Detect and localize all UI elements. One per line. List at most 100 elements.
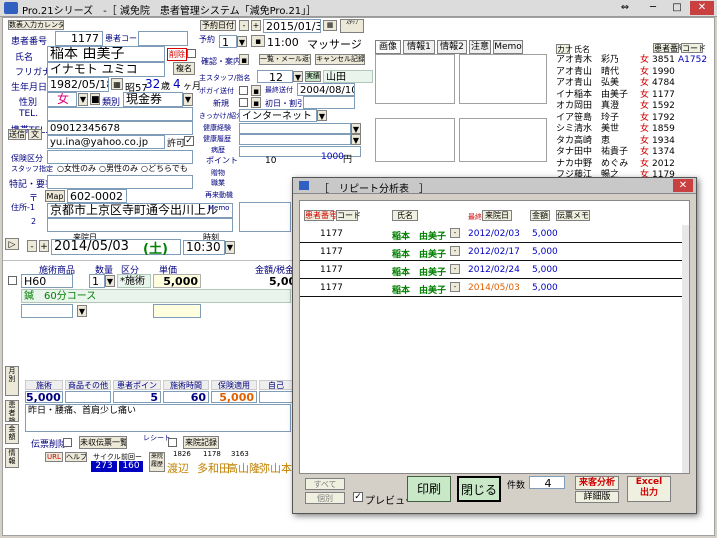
history-num-3: 3163 — [231, 450, 249, 458]
repeat-row-detail-button[interactable]: - — [450, 246, 460, 256]
motive-label: 再来動機 — [205, 191, 233, 199]
dialog-icon — [299, 181, 309, 190]
visit-time-dropdown-icon[interactable]: ▼ — [225, 241, 235, 254]
close-dialog-button[interactable]: 閉じる — [457, 476, 501, 502]
receipt-delete-checkbox[interactable] — [63, 438, 72, 447]
repeat-row[interactable]: 1177 稲本 由美子 -2012/02/24 5,000 — [300, 261, 689, 279]
dlg-col-id[interactable]: 患者番号 — [304, 210, 337, 221]
patient-list-row[interactable]: ナカ 中野 めぐみ女 2012 — [556, 159, 706, 170]
item2-price-field[interactable] — [153, 304, 201, 318]
item-qty-dropdown-icon[interactable]: ▼ — [105, 275, 115, 287]
dlg-col-amount[interactable]: 金額 — [530, 210, 550, 221]
expand-icon[interactable]: ▷ — [5, 238, 19, 250]
item-price-field[interactable]: 5,000 — [153, 274, 201, 288]
zip-field[interactable]: 602-0002 — [67, 189, 127, 203]
print-button[interactable]: 印刷 — [407, 476, 451, 502]
preview-checkbox[interactable]: ✓ — [353, 492, 363, 502]
staff-button[interactable]: ｽﾀｯﾌ — [340, 19, 364, 33]
info-button[interactable]: 情報 — [5, 448, 19, 468]
patient-list-row[interactable]: イア 笹島 玲子 女 1792 — [556, 113, 706, 124]
tab-image[interactable]: 画像 — [375, 40, 401, 54]
url-button[interactable]: URL — [45, 452, 63, 462]
count-field[interactable]: 4 — [529, 476, 565, 489]
patient-list-kana: タナ — [556, 147, 575, 157]
tab-info2[interactable]: 情報2 — [437, 40, 467, 54]
time-picker-icon[interactable]: ▪ — [251, 35, 265, 47]
visit-history-button[interactable]: 来院履歴 — [149, 452, 165, 472]
detail-button[interactable]: 詳細版 — [575, 491, 619, 503]
visit-note-field[interactable]: 昨日・腰痛、首肩少し痛い — [25, 404, 291, 432]
patient-list-name: 清水 美世 — [574, 124, 620, 134]
excel-export-button[interactable]: Excel 出力 — [627, 476, 671, 502]
patient-list-sex: 女 — [640, 101, 650, 111]
visit-time-field[interactable]: 10:30 — [183, 240, 225, 255]
dlg-col-name[interactable]: 氏名 — [392, 210, 418, 221]
visit-next-button[interactable]: + — [39, 240, 49, 252]
tab-info1[interactable]: 情報1 — [403, 40, 435, 54]
tab-memo[interactable]: Memo — [493, 40, 523, 54]
patient-list-row[interactable]: アオ 青山 弘美 女 4784 — [556, 78, 706, 89]
item-name-field[interactable]: 鍼 60分コース — [21, 289, 291, 303]
item-code-field[interactable]: H60 — [21, 274, 73, 288]
close-button[interactable]: ✕ — [690, 1, 714, 15]
item2-code-field[interactable] — [21, 304, 73, 318]
each-button[interactable]: 個別 — [305, 492, 345, 504]
repeat-row[interactable]: 1177 稲本 由美子 -2012/02/03 5,000 — [300, 225, 689, 243]
list-id-header[interactable]: 患者番号 — [653, 43, 686, 53]
minimize-button[interactable]: ─ — [642, 1, 664, 15]
dlg-col-visit[interactable]: 来院日 — [482, 210, 512, 221]
booking-next-button[interactable]: + — [251, 20, 261, 31]
unpaid-list-button[interactable]: 未収伝票一覧 — [79, 436, 127, 449]
maximize-button[interactable]: □ — [666, 1, 688, 15]
repeat-row-detail-button[interactable]: - — [450, 228, 460, 238]
dlg-col-memo[interactable]: 伝票メモ — [556, 210, 590, 221]
repeat-row-detail-button[interactable]: - — [450, 282, 460, 292]
dialog-close-icon[interactable]: ✕ — [673, 179, 693, 192]
patient-list-row[interactable]: シミ 清水 美世 女 1859 — [556, 124, 706, 135]
booking-calendar-icon[interactable]: ▦ — [323, 20, 337, 31]
repeat-row[interactable]: 1177 稲本 由美子 -2012/02/17 5,000 — [300, 243, 689, 261]
visit-record-button[interactable]: 来院記録 — [183, 436, 219, 449]
help-button[interactable]: ヘルプ — [65, 452, 87, 462]
map-button[interactable]: Map — [45, 190, 65, 202]
patient-list-row[interactable]: タナ 田中 祐貴子 女 1374 — [556, 147, 706, 158]
item-kubun-field[interactable]: *施術 — [117, 274, 151, 288]
item-qty-field[interactable]: 1 — [89, 274, 105, 288]
patient-code-field[interactable] — [138, 31, 188, 46]
address1-field[interactable]: 京都市上京区寺町通今出川上ル — [47, 203, 233, 218]
patient-list-row[interactable]: タカ 高崎 恵 女 1934 — [556, 136, 706, 147]
repeat-row-detail-button[interactable]: - — [450, 264, 460, 274]
booking-menu: マッサージ — [307, 38, 362, 51]
patient-id-field[interactable]: 1177 — [55, 31, 103, 46]
week-dropdown-icon[interactable]: ▼ — [237, 36, 247, 47]
summary-label: 施術 — [25, 380, 63, 390]
summary-label: 商品その他 — [65, 380, 111, 390]
patient-list-kana: シミ — [556, 124, 575, 134]
patient-list-row[interactable]: オカ 岡田 真澄 女 1592 — [556, 101, 706, 112]
repeat-date: 2012/02/24 — [468, 265, 520, 275]
memo-field[interactable] — [239, 202, 291, 232]
item2-dropdown-icon[interactable]: ▼ — [77, 305, 87, 317]
list-code-header[interactable]: コード — [681, 43, 706, 53]
dialog-scrollbar[interactable] — [682, 225, 689, 473]
patient-list-row[interactable]: イナ 稲本 由美子女 1177 — [556, 90, 706, 101]
booking-date-field[interactable]: 2015/01/31 — [263, 19, 321, 33]
tab-caution[interactable]: 注意 — [469, 40, 491, 54]
address2-field[interactable] — [47, 218, 233, 232]
receipt-checkbox[interactable] — [168, 438, 177, 447]
amount-button[interactable]: 金額 — [5, 424, 19, 444]
customer-analysis-button[interactable]: 来客分析 — [575, 476, 619, 490]
patient-list-row[interactable]: アオ 青木 彩乃 女 3851 A1752 — [556, 55, 707, 66]
item-row-checkbox[interactable] — [8, 276, 17, 285]
resize-icon[interactable]: ⇔ — [610, 1, 640, 15]
booking-prev-button[interactable]: - — [239, 20, 249, 31]
patient-list-row[interactable]: アオ 青山 晴代 女 1990 — [556, 67, 706, 78]
dlg-col-code[interactable]: コード — [336, 210, 361, 221]
visit-prev-button[interactable]: - — [27, 240, 37, 252]
list-kana-header[interactable]: カナ — [556, 44, 573, 54]
all-button[interactable]: すべて — [305, 478, 345, 490]
week-field[interactable]: 1 — [219, 35, 237, 48]
booking-date-button[interactable]: 予約日付 — [200, 20, 236, 31]
repeat-row[interactable]: 1177 稲本 由美子 -2014/05/03 5,000 — [300, 279, 689, 297]
calendar-button[interactable]: 数表入力カレンダ — [8, 20, 64, 30]
